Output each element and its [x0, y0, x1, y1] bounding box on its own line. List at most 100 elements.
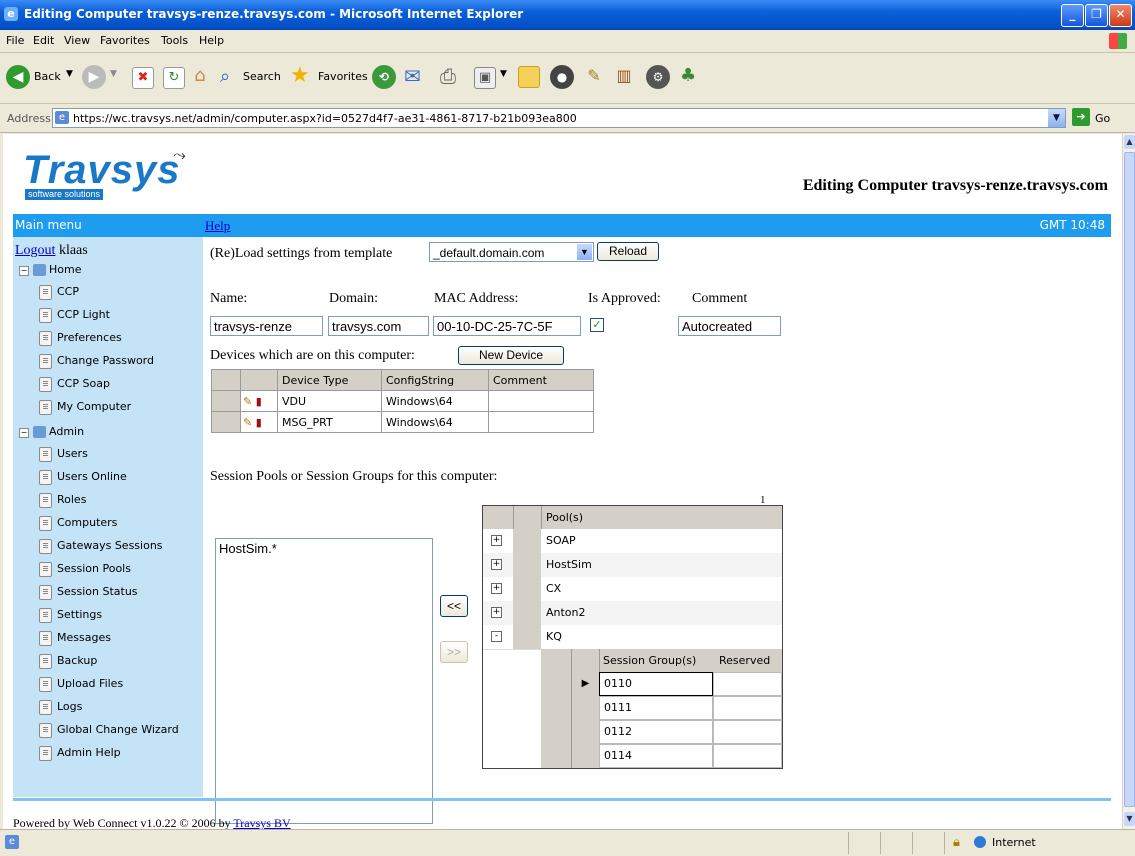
menu-favorites[interactable]: Favorites [100, 34, 150, 47]
group-name-cell[interactable]: 0114 [599, 744, 713, 768]
menu-tools[interactable]: Tools [161, 34, 188, 47]
sidebar-item-upload-files[interactable]: Upload Files [39, 677, 123, 695]
delete-trash-icon[interactable]: ▮ [256, 395, 262, 408]
group-name-cell[interactable]: 0111 [599, 696, 713, 720]
reserved-cell[interactable] [713, 672, 782, 696]
group-row[interactable]: ▶ 0110 [541, 672, 782, 696]
comment-input[interactable]: Autocreated [678, 316, 781, 336]
back-dropdown-icon[interactable]: ▼ [66, 69, 73, 79]
close-button[interactable]: ✕ [1109, 4, 1132, 27]
pool-row[interactable]: + CX [483, 577, 782, 602]
group-name-cell[interactable]: 0110 [599, 672, 713, 696]
pool-row[interactable]: + Anton2 [483, 601, 782, 626]
sidebar-item-ccp-soap[interactable]: CCP Soap [39, 377, 110, 395]
expand-icon[interactable]: + [491, 535, 502, 546]
collapse-icon[interactable]: − [19, 428, 29, 438]
sidebar-item-users[interactable]: Users [39, 447, 88, 465]
edit-icon[interactable]: ▣ [474, 67, 496, 89]
edit-icon[interactable]: ✎ [243, 395, 252, 408]
tree-home[interactable]: − Home [19, 263, 81, 276]
search-icon[interactable]: ⌕ [220, 66, 230, 87]
stop-icon[interactable]: ✖ [132, 67, 154, 89]
sidebar-item-logs[interactable]: Logs [39, 700, 82, 718]
help-link[interactable]: Help [205, 218, 230, 234]
tree-admin[interactable]: − Admin [19, 425, 84, 438]
search-label[interactable]: Search [243, 70, 281, 83]
mac-input[interactable]: 00-10-DC-25-7C-5F [433, 316, 581, 336]
sidebar-item-messages[interactable]: Messages [39, 631, 111, 649]
group-row[interactable]: 0114 [541, 744, 782, 768]
sidebar-item-settings[interactable]: Settings [39, 608, 102, 626]
delete-trash-icon[interactable]: ▮ [256, 416, 262, 429]
sidebar-item-backup[interactable]: Backup [39, 654, 97, 672]
contacts-icon[interactable]: ♣ [680, 65, 696, 86]
sidebar-item-ccp-light[interactable]: CCP Light [39, 308, 110, 326]
mail-icon[interactable]: ✉ [404, 64, 421, 88]
back-arrow-icon[interactable]: ◀ [6, 65, 30, 89]
refresh-icon[interactable]: ↻ [163, 67, 185, 89]
reserved-cell[interactable] [713, 696, 782, 720]
logout-link[interactable]: Logout [15, 243, 55, 258]
go-label[interactable]: Go [1095, 112, 1110, 125]
group-row[interactable]: 0112 [541, 720, 782, 744]
sidebar-item-ccp[interactable]: CCP [39, 285, 79, 303]
domain-input[interactable]: travsys.com [328, 316, 429, 336]
forward-arrow-icon[interactable]: ▶ [82, 65, 106, 89]
sidebar-item-session-status[interactable]: Session Status [39, 585, 138, 603]
pool-row[interactable]: + HostSim [483, 553, 782, 578]
template-select[interactable]: _default.domain.com ▼ [429, 242, 594, 262]
library-icon[interactable]: ▥ [614, 66, 634, 86]
sidebar-item-global-change-wizard[interactable]: Global Change Wizard [39, 723, 179, 741]
menu-help[interactable]: Help [199, 34, 224, 47]
pool-row[interactable]: + SOAP [483, 529, 782, 554]
add-to-list-button[interactable]: << [440, 595, 468, 617]
reserved-cell[interactable] [713, 720, 782, 744]
sidebar-item-users-online[interactable]: Users Online [39, 470, 127, 488]
travsys-link[interactable]: Travsys BV [233, 816, 290, 829]
sidebar-item-preferences[interactable]: Preferences [39, 331, 122, 349]
messenger-icon[interactable]: ● [550, 65, 574, 89]
address-dropdown-icon[interactable]: ▼ [1048, 109, 1065, 127]
folder-icon[interactable] [518, 66, 540, 88]
back-label[interactable]: Back [34, 70, 61, 83]
favorites-label[interactable]: Favorites [318, 70, 368, 83]
sidebar-item-roles[interactable]: Roles [39, 493, 86, 511]
print-icon[interactable]: ⎙ [440, 64, 456, 88]
expand-icon[interactable]: + [491, 583, 502, 594]
home-icon[interactable]: ⌂ [190, 66, 210, 86]
vertical-scrollbar[interactable]: ▲ ▼ [1122, 134, 1135, 829]
chevron-down-icon[interactable]: ▼ [577, 244, 592, 260]
edit-dropdown-icon[interactable]: ▼ [500, 69, 507, 79]
sidebar-item-my-computer[interactable]: My Computer [39, 400, 131, 418]
remove-from-list-button[interactable]: >> [440, 641, 468, 663]
list-item[interactable]: HostSim.* [216, 539, 432, 558]
collapse-icon[interactable]: - [491, 631, 502, 642]
sidebar-item-session-pools[interactable]: Session Pools [39, 562, 131, 580]
media-icon[interactable]: ⚙ [646, 65, 670, 89]
favorites-star-icon[interactable]: ★ [290, 63, 310, 88]
group-name-cell[interactable]: 0112 [599, 720, 713, 744]
new-device-button[interactable]: New Device [458, 346, 564, 365]
address-input[interactable]: e https://wc.travsys.net/admin/computer.… [52, 108, 1066, 128]
menu-file[interactable]: File [6, 34, 24, 47]
pool-row[interactable]: - KQ [483, 625, 782, 650]
group-row[interactable]: 0111 [541, 696, 782, 720]
history-icon[interactable]: ⟲ [372, 65, 396, 89]
scroll-down-icon[interactable]: ▼ [1124, 812, 1135, 826]
reload-button[interactable]: Reload [597, 242, 659, 261]
approved-checkbox[interactable]: ✓ [590, 318, 604, 332]
expand-icon[interactable]: + [491, 607, 502, 618]
scroll-up-icon[interactable]: ▲ [1124, 135, 1135, 149]
menu-view[interactable]: View [64, 34, 90, 47]
menu-edit[interactable]: Edit [33, 34, 54, 47]
sidebar-item-admin-help[interactable]: Admin Help [39, 746, 121, 764]
selected-listbox[interactable]: HostSim.* [215, 538, 433, 824]
collapse-icon[interactable]: − [19, 266, 29, 276]
sidebar-item-change-password[interactable]: Change Password [39, 354, 154, 372]
name-input[interactable]: travsys-renze [210, 316, 323, 336]
sidebar-item-computers[interactable]: Computers [39, 516, 117, 534]
go-arrow-icon[interactable]: ➔ [1072, 108, 1090, 126]
expand-icon[interactable]: + [491, 559, 502, 570]
minimize-button[interactable]: _ [1061, 4, 1084, 27]
research-icon[interactable]: ✎ [584, 66, 604, 86]
